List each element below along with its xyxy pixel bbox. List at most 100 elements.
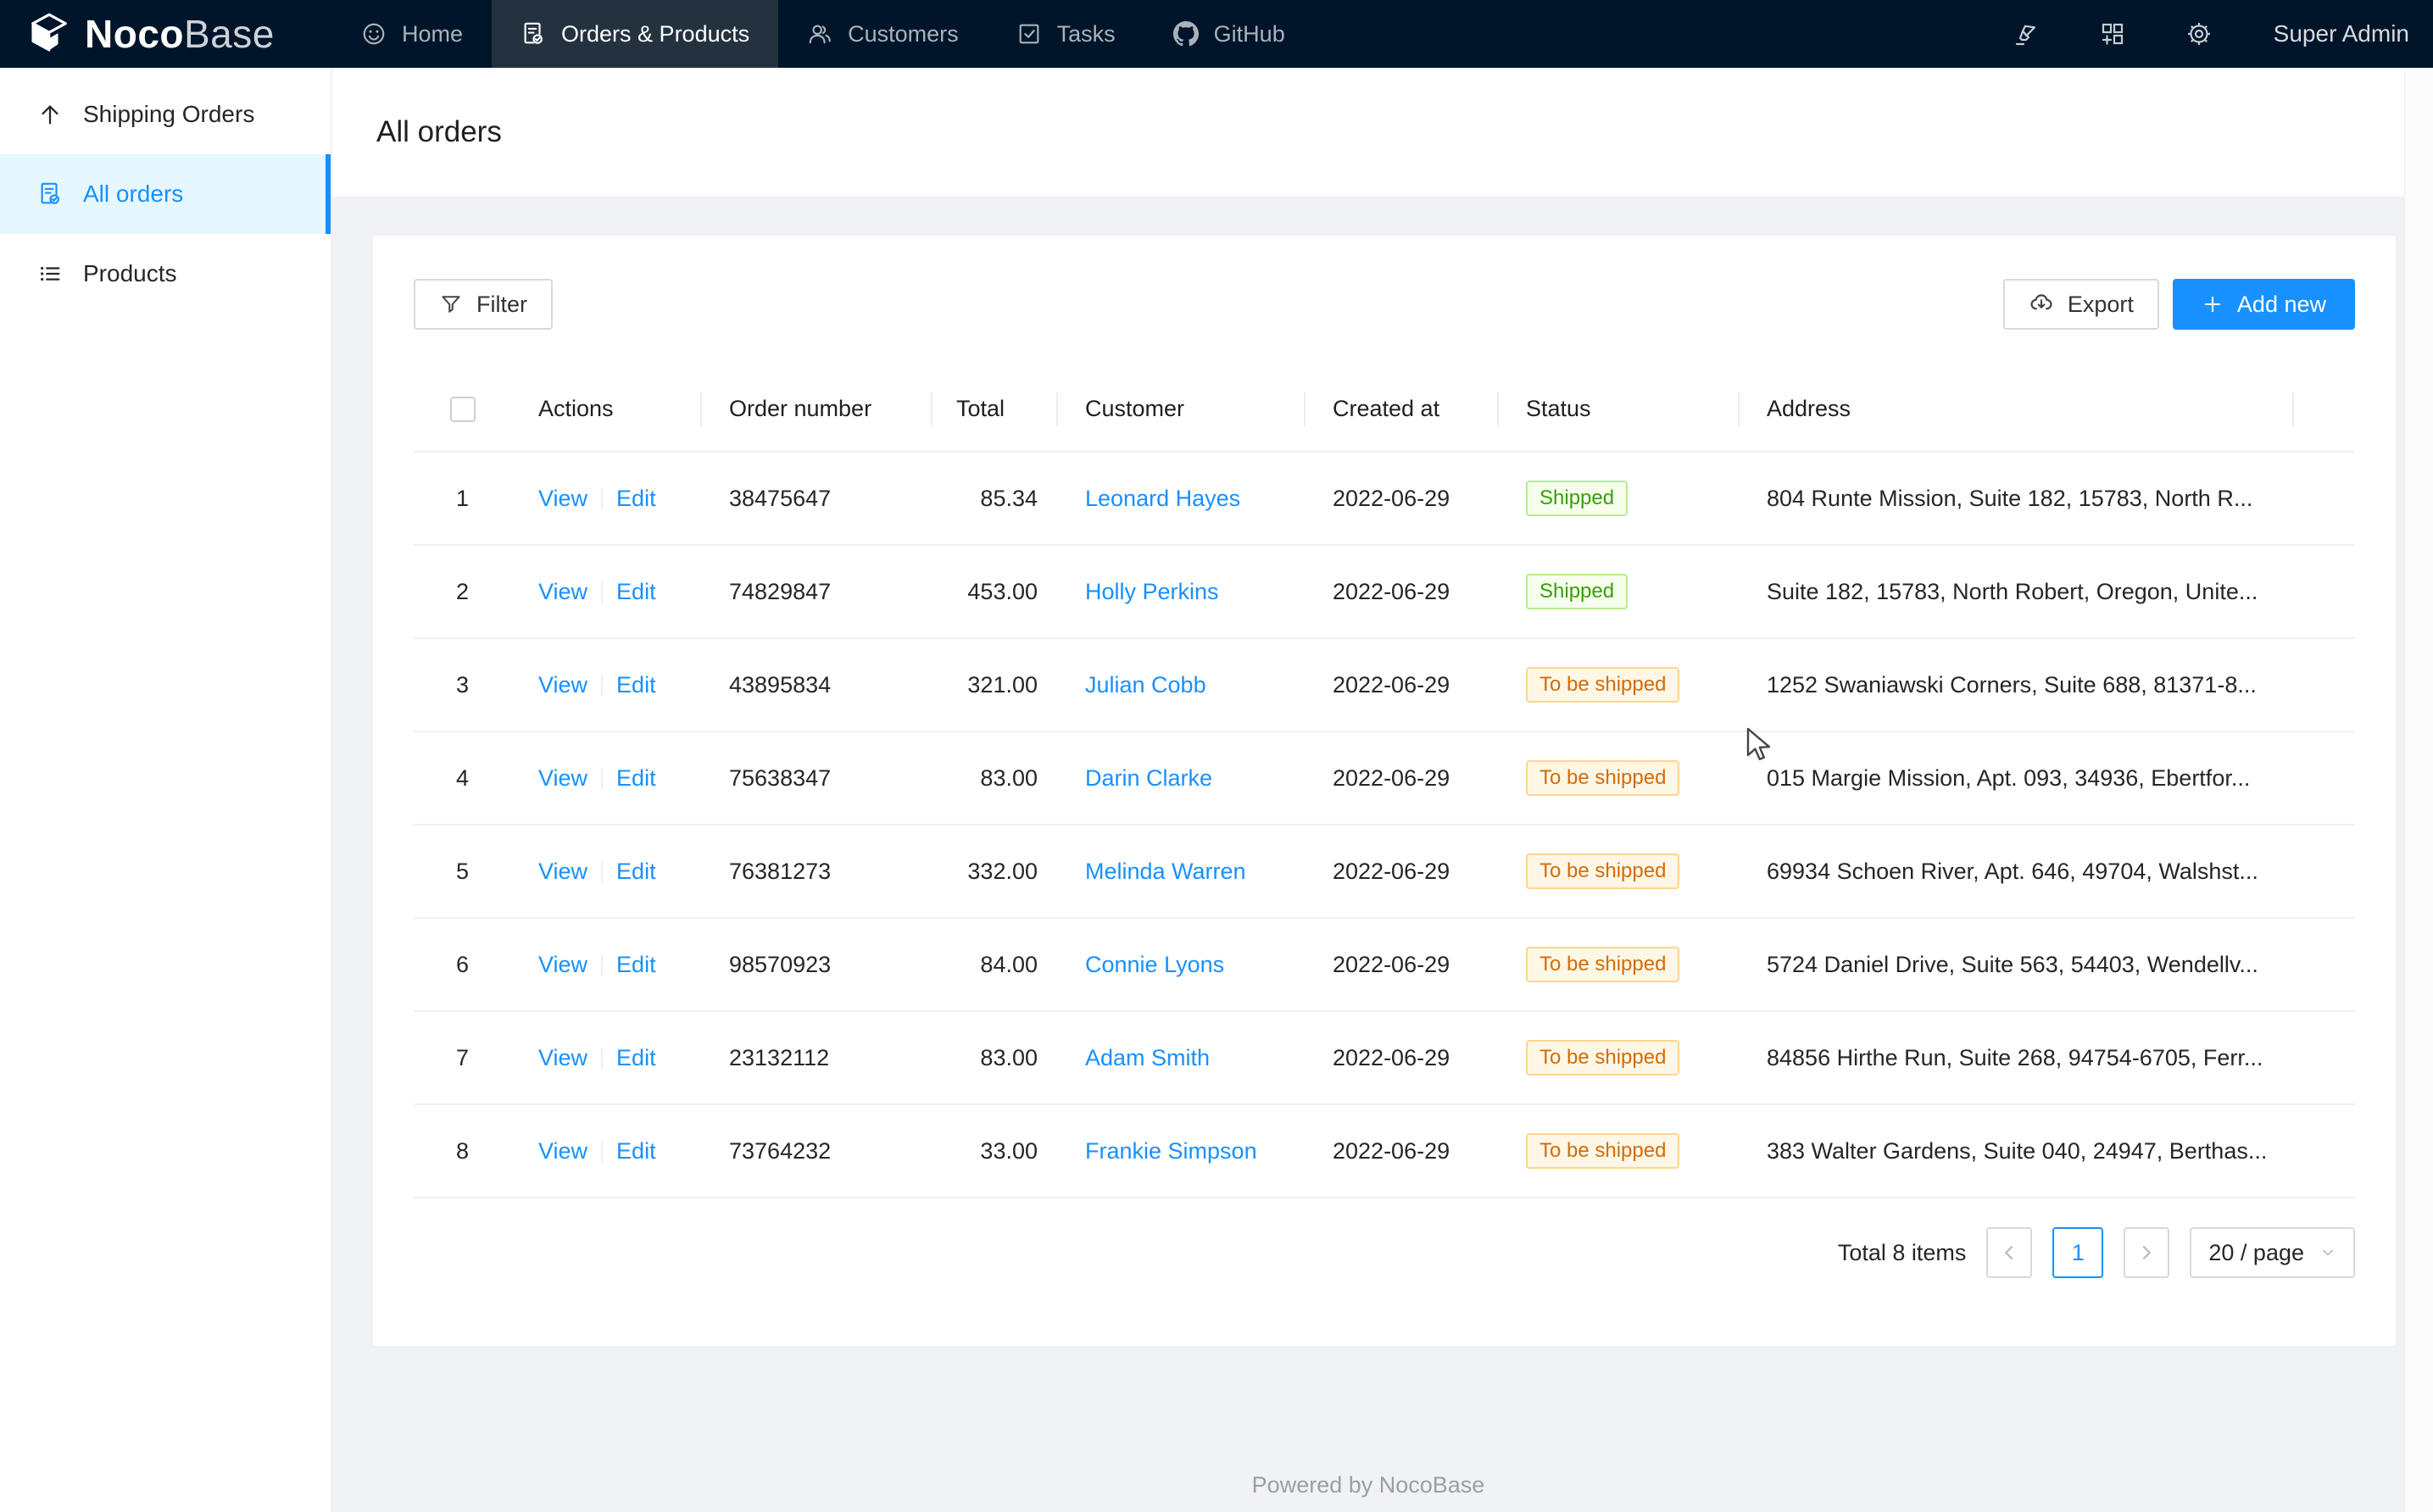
table-row: 1 ViewEdit 38475647 85.34 Leonard Hayes …: [414, 452, 2355, 545]
customer-link[interactable]: Darin Clarke: [1085, 765, 1212, 791]
edit-link[interactable]: Edit: [616, 486, 656, 511]
prev-page-button[interactable]: [1986, 1227, 2032, 1278]
customer-link[interactable]: Leonard Hayes: [1085, 486, 1240, 511]
nav-tab-tasks[interactable]: Tasks: [988, 0, 1144, 68]
edit-link[interactable]: Edit: [616, 859, 656, 884]
actions-cell: View Edit: [511, 1011, 702, 1104]
page-number-1[interactable]: 1: [2052, 1227, 2103, 1278]
add-new-button[interactable]: Add new: [2173, 279, 2355, 330]
empty-cell: [2294, 731, 2355, 825]
action-divider: [601, 1048, 603, 1070]
settings-gear-icon[interactable]: [2182, 17, 2216, 51]
table-row: 4 ViewEdit 75638347 83.00 Darin Clarke 2…: [414, 731, 2355, 825]
edit-link[interactable]: Edit: [616, 952, 656, 977]
highlighter-icon[interactable]: [2009, 17, 2043, 51]
view-link[interactable]: View: [538, 952, 587, 977]
customer-cell: Darin Clarke: [1058, 731, 1306, 825]
created-at-cell: 2022-06-29: [1306, 1104, 1499, 1198]
address-cell: 804 Runte Mission, Suite 182, 15783, Nor…: [1740, 452, 2294, 545]
top-navbar: NocoBase Home: [0, 0, 2433, 68]
file-done-icon: [521, 21, 546, 47]
sidebar-item-label: Shipping Orders: [83, 101, 254, 128]
created-at-cell: 2022-06-29: [1306, 452, 1499, 545]
order-number-cell: 98570923: [702, 918, 933, 1011]
status-badge: To be shipped: [1526, 1133, 1679, 1169]
action-divider: [601, 768, 603, 790]
toolbar-right: Export Add new: [2003, 279, 2355, 330]
view-link[interactable]: View: [538, 1138, 587, 1164]
sidebar: Shipping Orders All orders: [0, 68, 332, 1512]
arrow-up-icon: [37, 102, 63, 127]
customer-cell: Frankie Simpson: [1058, 1104, 1306, 1198]
column-header-total: Total: [933, 367, 1058, 452]
page-size-select[interactable]: 20 / page: [2190, 1227, 2355, 1278]
edit-link[interactable]: Edit: [616, 1045, 656, 1070]
actions-cell: View Edit: [511, 638, 702, 731]
nav-tab-label: Tasks: [1057, 21, 1116, 47]
customer-link[interactable]: Adam Smith: [1085, 1045, 1210, 1070]
view-link[interactable]: View: [538, 579, 587, 604]
row-index: 5: [414, 825, 511, 918]
nocobase-logo[interactable]: NocoBase: [0, 10, 332, 58]
navbar-right: Super Admin: [2009, 17, 2433, 51]
nav-tab-github[interactable]: GitHub: [1144, 0, 1314, 68]
empty-cell: [2294, 638, 2355, 731]
customer-link[interactable]: Julian Cobb: [1085, 672, 1206, 698]
powered-by-footer: Powered by NocoBase: [332, 1472, 2404, 1498]
column-header-address: Address: [1740, 367, 2294, 452]
row-index: 8: [414, 1104, 511, 1198]
edit-link[interactable]: Edit: [616, 579, 656, 604]
address-cell: 015 Margie Mission, Apt. 093, 34936, Ebe…: [1740, 731, 2294, 825]
nocobase-logo-icon: [25, 10, 73, 58]
actions-cell: View Edit: [511, 825, 702, 918]
view-link[interactable]: View: [538, 859, 587, 884]
customer-link[interactable]: Holly Perkins: [1085, 579, 1219, 604]
created-at-cell: 2022-06-29: [1306, 731, 1499, 825]
nav-tab-customers[interactable]: Customers: [778, 0, 988, 68]
order-number-cell: 73764232: [702, 1104, 933, 1198]
sidebar-item-shipping-orders[interactable]: Shipping Orders: [0, 75, 331, 154]
customer-link[interactable]: Frankie Simpson: [1085, 1138, 1257, 1164]
view-link[interactable]: View: [538, 486, 587, 511]
column-header-empty: [2294, 367, 2355, 452]
nav-tabs: Home Orders & Products: [332, 0, 1314, 68]
check-square-icon: [1016, 21, 1042, 47]
status-badge: Shipped: [1526, 574, 1628, 609]
export-button[interactable]: Export: [2003, 279, 2159, 330]
empty-cell: [2294, 1011, 2355, 1104]
view-link[interactable]: View: [538, 1045, 587, 1070]
created-at-cell: 2022-06-29: [1306, 545, 1499, 638]
view-link[interactable]: View: [538, 672, 587, 698]
total-cell: 84.00: [933, 918, 1058, 1011]
view-link[interactable]: View: [538, 765, 587, 791]
nav-tab-orders-products[interactable]: Orders & Products: [492, 0, 778, 68]
sidebar-item-all-orders[interactable]: All orders: [0, 154, 331, 234]
page-title: All orders: [376, 115, 502, 149]
edit-link[interactable]: Edit: [616, 765, 656, 791]
customer-link[interactable]: Melinda Warren: [1085, 859, 1246, 884]
status-badge: To be shipped: [1526, 853, 1679, 889]
sidebar-item-products[interactable]: Products: [0, 234, 331, 314]
edit-link[interactable]: Edit: [616, 672, 656, 698]
scrollbar[interactable]: [2404, 68, 2433, 1512]
row-index: 4: [414, 731, 511, 825]
created-at-cell: 2022-06-29: [1306, 1011, 1499, 1104]
status-badge: To be shipped: [1526, 667, 1679, 703]
appstore-add-icon[interactable]: [2096, 17, 2130, 51]
order-number-cell: 43895834: [702, 638, 933, 731]
user-menu[interactable]: Super Admin: [2274, 20, 2409, 47]
nav-tab-home[interactable]: Home: [332, 0, 492, 68]
orders-table: Actions Order number Total Customer Crea…: [414, 367, 2355, 1198]
customer-cell: Holly Perkins: [1058, 545, 1306, 638]
status-cell: To be shipped: [1499, 638, 1740, 731]
filter-button[interactable]: Filter: [414, 279, 553, 330]
action-divider: [601, 954, 603, 976]
chevron-down-icon: [2319, 1244, 2336, 1261]
empty-cell: [2294, 918, 2355, 1011]
select-all-checkbox[interactable]: [450, 397, 476, 422]
edit-link[interactable]: Edit: [616, 1138, 656, 1164]
total-cell: 453.00: [933, 545, 1058, 638]
next-page-button[interactable]: [2124, 1227, 2169, 1278]
customer-link[interactable]: Connie Lyons: [1085, 952, 1224, 977]
nav-tab-label: GitHub: [1214, 21, 1285, 47]
